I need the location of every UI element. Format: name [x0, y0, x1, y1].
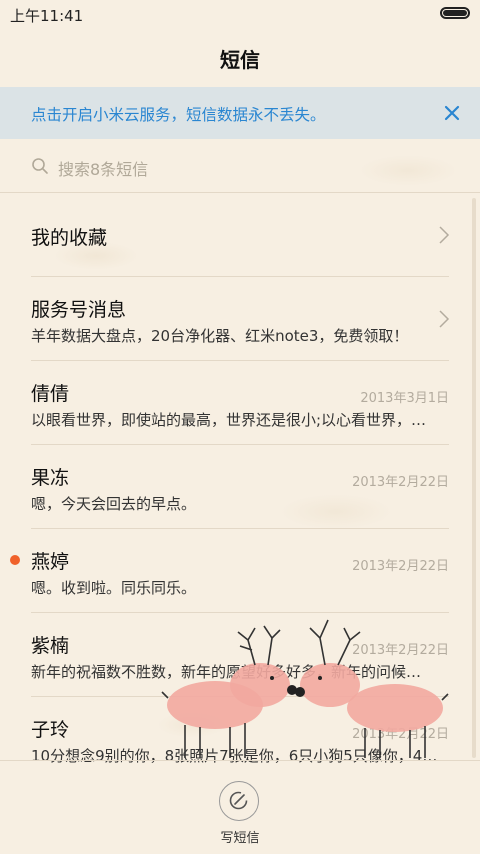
list-item-favorites[interactable]: 我的收藏 [0, 193, 480, 277]
conversation-name: 服务号消息 [31, 299, 127, 321]
conversation-preview: 以眼看世界，即使站的最高，世界还是很小;以心看世界，… [31, 411, 427, 429]
compose-label[interactable]: 写短信 [0, 827, 480, 846]
conversation-name: 倩倩 [31, 383, 70, 405]
banner-text[interactable]: 点击开启小米云服务，短信数据永不丢失。 [31, 103, 326, 125]
search-bar[interactable]: 搜索8条短信 [0, 140, 480, 193]
cloud-service-banner[interactable]: 点击开启小米云服务，短信数据永不丢失。 [0, 87, 480, 139]
conversation-date: 2013年2月22日 [352, 475, 449, 490]
deer-illustration [161, 619, 449, 758]
conversation-preview: 嗯。收到啦。同乐同乐。 [31, 579, 197, 597]
conversation-date: 2013年3月1日 [360, 391, 449, 406]
list-item-service[interactable]: 服务号消息 羊年数据大盘点，20台净化器、红米note3，免费领取！ [0, 277, 480, 361]
page-title: 短信 [220, 48, 260, 72]
status-bar: 上午11:41 [0, 0, 480, 28]
conversation-preview: 嗯，今天会回去的早点。 [31, 495, 197, 513]
conversation-name: 果冻 [31, 467, 70, 489]
conversation-preview: 羊年数据大盘点，20台净化器、红米note3，免费领取！ [31, 327, 409, 345]
chevron-right-icon [439, 310, 450, 328]
search-input[interactable]: 搜索8条短信 [58, 156, 148, 180]
chevron-right-icon [439, 226, 450, 244]
battery-icon [440, 7, 470, 19]
conversation-name: 紫楠 [31, 635, 70, 657]
status-time: 上午11:41 [10, 7, 84, 25]
conversation-date: 2013年2月22日 [352, 559, 449, 574]
bottom-bar: 写短信 [0, 760, 480, 854]
compose-button[interactable] [219, 781, 259, 821]
list-item-conversation[interactable]: 倩倩 2013年3月1日 以眼看世界，即使站的最高，世界还是很小;以心看世界，… [0, 361, 480, 445]
conversation-name: 子玲 [31, 719, 70, 741]
search-icon [32, 158, 48, 174]
compose-icon [229, 791, 248, 810]
list-item-conversation[interactable]: 果冻 2013年2月22日 嗯，今天会回去的早点。 [0, 445, 480, 529]
conversation-name: 我的收藏 [31, 227, 108, 249]
list-item-conversation[interactable]: 燕婷 2013年2月22日 嗯。收到啦。同乐同乐。 [0, 529, 480, 613]
conversation-name: 燕婷 [31, 551, 70, 573]
close-icon[interactable] [440, 101, 464, 125]
scrollbar[interactable] [472, 198, 476, 758]
unread-indicator [10, 555, 20, 565]
